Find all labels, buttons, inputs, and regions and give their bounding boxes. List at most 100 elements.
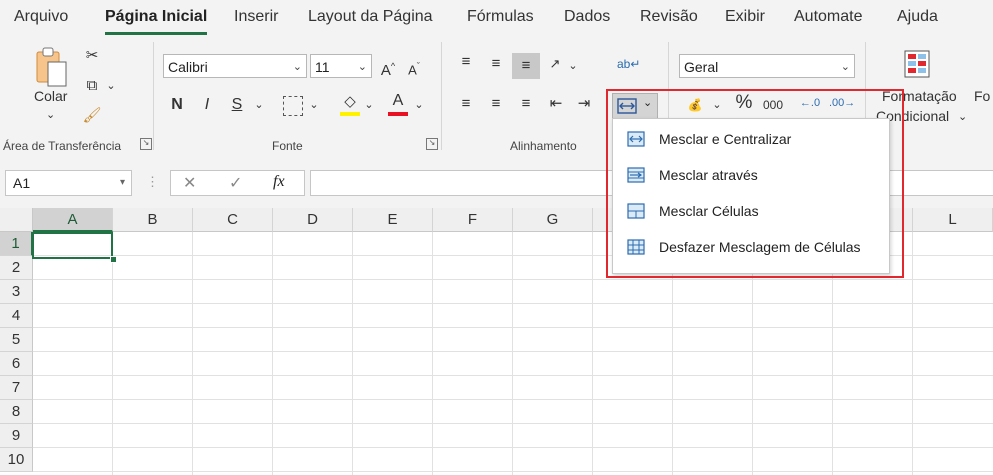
conditional-formatting-icon[interactable] <box>904 50 930 78</box>
gridline-vertical <box>272 232 273 475</box>
number-format-value: Geral <box>684 59 719 75</box>
font-launcher-icon[interactable]: ↘ <box>426 138 438 150</box>
row-header-9[interactable]: 9 <box>0 424 33 448</box>
highlight-annotation-box <box>606 89 904 278</box>
row-header-5[interactable]: 5 <box>0 328 33 352</box>
orientation-icon[interactable]: ↗ <box>546 54 564 74</box>
copy-chevron-icon[interactable]: ⌄ <box>104 76 118 96</box>
font-name-combo[interactable]: Calibri ⌄ <box>163 54 307 78</box>
font-color-icon[interactable]: A <box>388 91 408 111</box>
column-header-a[interactable]: A <box>33 208 113 232</box>
column-header-b[interactable]: B <box>113 208 193 232</box>
row-header-2[interactable]: 2 <box>0 256 33 280</box>
gridline-horizontal <box>33 471 993 472</box>
active-tab-indicator <box>105 32 207 35</box>
group-separator <box>441 42 442 150</box>
underline-button[interactable]: S <box>227 95 247 115</box>
group-separator <box>153 42 154 150</box>
font-group-label: Fonte <box>272 139 303 153</box>
format-as-table-label[interactable]: Fo <box>974 88 990 104</box>
column-header-g[interactable]: G <box>513 208 593 232</box>
font-size-combo[interactable]: 11 ⌄ <box>310 54 372 78</box>
column-header-d[interactable]: D <box>273 208 353 232</box>
clipboard-launcher-icon[interactable]: ↘ <box>140 138 152 150</box>
row-header-6[interactable]: 6 <box>0 352 33 376</box>
font-color-swatch <box>388 112 408 116</box>
name-box[interactable]: A1 ▾ <box>5 170 132 196</box>
underline-chevron-icon[interactable]: ⌄ <box>252 95 266 115</box>
format-painter-icon[interactable]: 🖌 <box>82 106 102 126</box>
conditional-formatting-chevron-icon[interactable]: ⌄ <box>958 110 967 123</box>
increase-indent-icon[interactable]: ⇥ <box>573 94 595 114</box>
insert-function-button[interactable]: fx <box>273 173 285 191</box>
number-format-combo[interactable]: Geral ⌄ <box>679 54 855 78</box>
row-header-8[interactable]: 8 <box>0 400 33 424</box>
tab-arquivo[interactable]: Arquivo <box>14 8 68 26</box>
gridline-horizontal <box>33 447 993 448</box>
select-all-corner[interactable] <box>0 208 33 232</box>
column-header-l[interactable]: L <box>913 208 993 232</box>
borders-chevron-icon[interactable]: ⌄ <box>307 95 321 115</box>
tab-revisao[interactable]: Revisão <box>640 8 698 26</box>
align-middle-icon[interactable]: ≡ <box>485 54 507 74</box>
copy-icon[interactable]: ⧉ <box>82 76 102 96</box>
enter-icon[interactable]: ✓ <box>229 173 242 193</box>
cut-icon[interactable]: ✂ <box>82 46 102 66</box>
row-header-1[interactable]: 1 <box>0 232 33 256</box>
tab-ajuda[interactable]: Ajuda <box>897 8 938 26</box>
column-header-f[interactable]: F <box>433 208 513 232</box>
clipboard-group-label: Área de Transferência <box>3 139 122 153</box>
gridline-vertical <box>192 232 193 475</box>
gridline-vertical <box>112 232 113 475</box>
gridline-horizontal <box>33 423 993 424</box>
font-name-value: Calibri <box>168 59 208 75</box>
gridline-horizontal <box>33 399 993 400</box>
decrease-indent-icon[interactable]: ⇤ <box>545 94 567 114</box>
row-header-7[interactable]: 7 <box>0 376 33 400</box>
align-center-icon[interactable]: ≡ <box>485 94 507 114</box>
chevron-down-icon: ⌄ <box>292 61 302 73</box>
column-header-c[interactable]: C <box>193 208 273 232</box>
tab-pagina-inicial[interactable]: Página Inicial <box>105 8 207 26</box>
tab-dados[interactable]: Dados <box>564 8 610 26</box>
selected-cell-a1[interactable] <box>32 232 113 259</box>
drag-handle-icon[interactable]: ⋮ <box>146 174 159 190</box>
borders-icon[interactable] <box>283 96 303 116</box>
gridline-horizontal <box>33 279 993 280</box>
decrease-font-icon[interactable]: Aˇ <box>404 56 424 80</box>
gridline-vertical <box>512 232 513 475</box>
align-left-icon[interactable]: ≡ <box>455 94 477 114</box>
italic-button[interactable]: I <box>197 95 217 115</box>
fill-color-icon[interactable]: ◇ <box>340 92 360 112</box>
font-size-value: 11 <box>315 59 330 75</box>
gridline-horizontal <box>33 351 993 352</box>
tab-inserir[interactable]: Inserir <box>234 8 278 26</box>
tab-layout-da-pagina[interactable]: Layout da Página <box>308 8 433 26</box>
increase-font-icon[interactable]: A^ <box>378 56 398 81</box>
formula-buttons: ✕ ✓ fx <box>170 170 305 196</box>
bold-button[interactable]: N <box>167 95 187 115</box>
gridline-vertical <box>912 232 913 475</box>
align-top-icon[interactable]: ≡ <box>455 52 477 72</box>
tab-automate[interactable]: Automate <box>794 8 862 26</box>
font-color-chevron-icon[interactable]: ⌄ <box>412 95 426 115</box>
orientation-chevron-icon[interactable]: ⌄ <box>566 56 580 76</box>
row-header-4[interactable]: 4 <box>0 304 33 328</box>
wrap-text-icon[interactable]: ab↵ <box>617 54 640 74</box>
gridline-horizontal <box>33 327 993 328</box>
paste-chevron-icon[interactable]: ⌄ <box>46 108 55 121</box>
menu-tab-bar: Arquivo Página Inicial Inserir Layout da… <box>0 0 993 38</box>
tab-formulas[interactable]: Fórmulas <box>467 8 534 26</box>
row-header-10[interactable]: 10 <box>0 448 33 472</box>
row-header-3[interactable]: 3 <box>0 280 33 304</box>
column-header-e[interactable]: E <box>353 208 433 232</box>
align-right-icon[interactable]: ≡ <box>515 94 537 114</box>
align-bottom-icon[interactable]: ≡ <box>515 56 537 76</box>
paste-icon[interactable] <box>34 46 70 90</box>
paste-label[interactable]: Colar <box>34 88 67 104</box>
cancel-icon[interactable]: ✕ <box>183 173 196 193</box>
fill-handle[interactable] <box>110 256 117 263</box>
fill-color-chevron-icon[interactable]: ⌄ <box>362 95 376 115</box>
chevron-down-icon: ⌄ <box>840 61 850 73</box>
tab-exibir[interactable]: Exibir <box>725 8 765 26</box>
